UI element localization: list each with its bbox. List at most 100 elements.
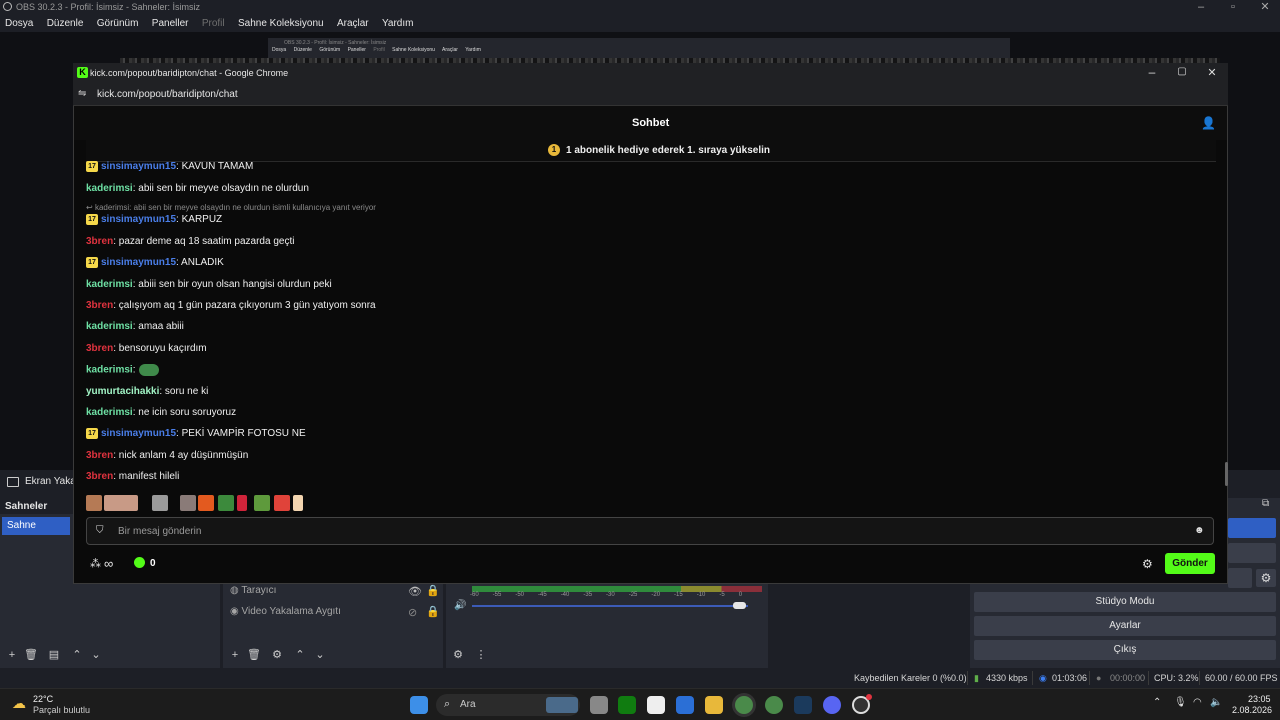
chat-username[interactable]: 3bren (86, 236, 113, 247)
xbox-icon[interactable] (618, 696, 636, 714)
users-icon[interactable]: 👤 (1201, 116, 1216, 130)
discord-icon[interactable] (823, 696, 841, 714)
menu-gorunum[interactable]: Görünüm (92, 15, 144, 32)
start-recording-button-partial[interactable] (1228, 543, 1276, 563)
site-settings-icon[interactable]: ⇋ (78, 88, 86, 99)
eye-icon[interactable]: 👁 (408, 585, 422, 598)
scene-item[interactable]: Sahne (2, 517, 70, 535)
maximize-icon[interactable]: ▫ (1216, 0, 1250, 15)
chat-username[interactable]: sinsimaymun15 (101, 428, 176, 439)
timeout-icon[interactable]: ⁂ (90, 557, 101, 570)
chat-username[interactable]: 3bren (86, 450, 113, 461)
emote-icon[interactable] (293, 495, 303, 511)
start-streaming-button-partial[interactable] (1228, 518, 1276, 538)
weather-temp[interactable]: 22°C (33, 694, 53, 704)
chrome-icon[interactable] (735, 696, 753, 714)
chat-username[interactable]: kaderimsi (86, 321, 133, 332)
gift-sub-banner[interactable]: 1 1 abonelik hediye ederek 1. sıraya yük… (86, 140, 1216, 162)
wifi-icon[interactable]: ◠ (1193, 697, 1202, 708)
more-vertical-icon[interactable]: ⋮ (473, 647, 489, 663)
emoji-icon[interactable]: ☻ (1194, 525, 1205, 536)
volume-slider-handle[interactable] (733, 602, 746, 609)
lock-icon[interactable]: 🔒 (426, 584, 440, 597)
studio-mode-button[interactable]: Stüdyo Modu (974, 592, 1276, 612)
chat-username[interactable]: 3bren (86, 343, 113, 354)
menu-yardim[interactable]: Yardım (377, 15, 419, 32)
filter-icon[interactable]: ▤ (46, 647, 62, 663)
capcut-icon[interactable] (647, 696, 665, 714)
reply-context[interactable]: ↩ kaderimsi: abii sen bir meyve olsaydın… (86, 203, 376, 212)
close-icon[interactable]: ✕ (1248, 0, 1280, 15)
emote-icon[interactable] (218, 495, 234, 511)
chat-username[interactable]: sinsimaymun15 (101, 214, 176, 225)
volume-slider[interactable] (472, 605, 748, 607)
chat-username[interactable]: kaderimsi (86, 183, 133, 194)
chevron-up-icon[interactable]: ⌃ (292, 647, 308, 663)
exit-button[interactable]: Çıkış (974, 640, 1276, 660)
minimize-icon[interactable]: – (1145, 65, 1159, 79)
chat-input-placeholder[interactable]: Bir mesaj gönderin (118, 526, 201, 537)
maximize-icon[interactable]: ▢ (1175, 66, 1189, 77)
fire-emote-icon[interactable] (198, 495, 214, 511)
clock-time[interactable]: 23:05 (1248, 694, 1271, 704)
source-row-browser[interactable]: ◍ Tarayıcı (230, 585, 276, 596)
steam-icon[interactable] (794, 696, 812, 714)
gear-icon[interactable]: ⚙ (1256, 569, 1276, 587)
minimize-icon[interactable]: – (1184, 0, 1218, 15)
windows-start-icon[interactable] (410, 696, 428, 714)
gear-icon[interactable]: ⚙ (450, 647, 466, 663)
send-button[interactable]: Gönder (1165, 553, 1215, 574)
settings-button[interactable]: Ayarlar (974, 616, 1276, 636)
gear-icon[interactable]: ⚙ (269, 647, 285, 663)
chat-username[interactable]: sinsimaymun15 (101, 257, 176, 268)
chrome-icon[interactable] (765, 696, 783, 714)
gear-icon[interactable]: ⚙ (1142, 557, 1153, 571)
dock-float-icon[interactable]: ⧉ (1262, 498, 1278, 512)
chat-username[interactable]: kaderimsi (86, 365, 133, 376)
file-explorer-icon[interactable] (705, 696, 723, 714)
chat-username[interactable]: sinsimaymun15 (101, 161, 176, 172)
add-icon[interactable]: + (227, 647, 243, 663)
task-view-icon[interactable] (590, 696, 608, 714)
chat-username[interactable]: kaderimsi (86, 407, 133, 418)
add-icon[interactable]: + (4, 647, 20, 663)
points-icon[interactable] (134, 557, 145, 568)
url-text[interactable]: kick.com/popout/baridipton/chat (97, 89, 238, 100)
emote-icon[interactable] (237, 495, 247, 511)
microphone-icon[interactable]: 🎙 (1174, 697, 1187, 708)
close-icon[interactable]: ✕ (1205, 66, 1219, 79)
taskbar-search[interactable]: ⌕ Ara (436, 694, 580, 716)
chevron-down-icon[interactable]: ⌄ (88, 647, 104, 663)
calendar-icon[interactable] (676, 696, 694, 714)
emote-icon[interactable] (180, 495, 196, 511)
emote-icon[interactable] (254, 495, 270, 511)
trash-icon[interactable]: 🗑 (23, 647, 39, 663)
emote-icon[interactable] (104, 495, 138, 511)
menu-araclar[interactable]: Araçlar (332, 15, 374, 32)
lock-icon[interactable]: 🔒 (426, 605, 440, 618)
virtual-camera-button-partial[interactable] (1228, 568, 1252, 588)
menu-paneller[interactable]: Paneller (147, 15, 194, 32)
menu-dosya[interactable]: Dosya (0, 15, 38, 32)
menu-profil[interactable]: Profil (197, 15, 230, 32)
chat-input-box[interactable]: ⛉ Bir mesaj gönderin ☻ (86, 517, 1214, 545)
menu-sahne-koleksiyonu[interactable]: Sahne Koleksiyonu (233, 15, 329, 32)
volume-icon[interactable]: 🔈 (1210, 697, 1222, 708)
chat-username[interactable]: kaderimsi (86, 279, 133, 290)
chat-scrollbar[interactable] (1225, 462, 1228, 486)
chevron-up-icon[interactable]: ⌃ (69, 647, 85, 663)
chevron-down-icon[interactable]: ⌄ (312, 647, 328, 663)
menu-duzenle[interactable]: Düzenle (42, 15, 89, 32)
eye-hidden-icon[interactable]: ⊘ (408, 606, 417, 619)
emote-icon[interactable] (274, 495, 290, 511)
trash-icon[interactable]: 🗑 (246, 647, 262, 663)
clock-date[interactable]: 2.08.2026 (1232, 705, 1272, 715)
weather-desc[interactable]: Parçalı bulutlu (33, 705, 90, 715)
chat-username[interactable]: yumurtacihakki (86, 386, 159, 397)
emote-icon[interactable] (152, 495, 168, 511)
emote-icon[interactable] (86, 495, 102, 511)
speaker-icon[interactable]: 🔊 (454, 600, 466, 611)
chat-username[interactable]: 3bren (86, 471, 113, 482)
weather-icon[interactable]: ☁ (12, 695, 26, 712)
chevron-up-icon[interactable]: ⌃ (1153, 697, 1161, 708)
